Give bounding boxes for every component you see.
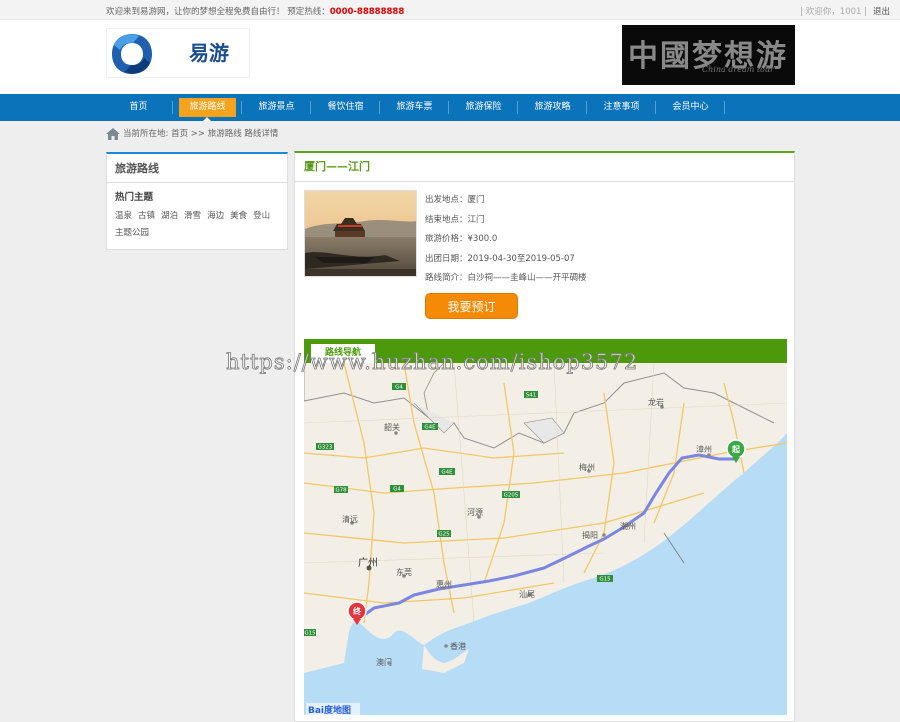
svg-text:S41: S41 xyxy=(526,393,537,399)
nav-item-scenic[interactable]: 旅游景点 xyxy=(242,94,311,121)
nav-label: 旅游保险 xyxy=(465,102,502,112)
nav-item-insurance[interactable]: 旅游保险 xyxy=(449,94,518,121)
departure-field: 出发地点：厦门 xyxy=(425,195,485,205)
svg-text:惠州: 惠州 xyxy=(436,579,452,589)
hotline-number: 0000-88888888 xyxy=(329,7,405,17)
theme-tag[interactable]: 登山 xyxy=(253,211,270,221)
svg-text:龙岩: 龙岩 xyxy=(648,397,664,407)
welcome-prefix: 欢迎来到 xyxy=(106,7,141,17)
header-banner: 中國梦想游 China dream tour xyxy=(622,25,795,85)
nav-item-home[interactable]: 首页 xyxy=(104,94,173,121)
nav-label: 旅游车票 xyxy=(396,102,433,112)
site-header: 易游 中國梦想游 China dream tour xyxy=(0,20,900,94)
nav-label: 会员中心 xyxy=(672,102,709,112)
nav-label: 旅游景点 xyxy=(258,102,295,112)
theme-tag[interactable]: 美食 xyxy=(230,211,247,221)
theme-tag[interactable]: 温泉 xyxy=(115,211,132,221)
top-bar: 欢迎来到易游网，让你的梦想全程免费自由行！ 预定热线：0000-88888888… xyxy=(0,0,900,20)
breadcrumb-prefix: 当前所在地: xyxy=(123,129,169,139)
theme-tag[interactable]: 湖泊 xyxy=(161,211,178,221)
svg-text:G4: G4 xyxy=(393,487,401,493)
svg-text:G4E: G4E xyxy=(441,470,453,476)
hotline-label: 预定热线： xyxy=(287,7,330,17)
main-nav: 首页 旅游路线 旅游景点 餐饮住宿 旅游车票 旅游保险 旅游攻略 注意事项 会员… xyxy=(0,94,900,121)
svg-text:梅州: 梅州 xyxy=(579,462,595,472)
nav-label: 旅游攻略 xyxy=(534,102,571,112)
theme-tag[interactable]: 海边 xyxy=(207,211,224,221)
site-logo[interactable]: 易游 xyxy=(106,28,250,78)
svg-text:清远: 清远 xyxy=(342,514,358,524)
dates-field: 出团日期：2019-04-30至2019-05-07 xyxy=(425,253,575,264)
svg-text:河源: 河源 xyxy=(467,507,483,517)
nav-label: 旅游路线 xyxy=(179,98,236,117)
nav-item-guides[interactable]: 旅游攻略 xyxy=(518,94,587,121)
lake-pavilion-image xyxy=(305,191,416,276)
nav-label: 注意事项 xyxy=(603,102,640,112)
route-title: 厦门——江门 xyxy=(295,153,794,182)
welcome-text: 欢迎来到易游网，让你的梦想全程免费自由行！ 预定热线：0000-88888888 xyxy=(106,5,404,17)
route-info: 出发地点：厦门 结束地点：江门 旅游价格：¥300.0 出团日期：2019-04… xyxy=(425,193,587,291)
svg-text:G15: G15 xyxy=(599,577,611,583)
theme-tag[interactable]: 滑雪 xyxy=(184,211,201,221)
nav-item-notices[interactable]: 注意事项 xyxy=(587,94,656,121)
book-button[interactable]: 我要预订 xyxy=(425,293,518,319)
nav-item-routes[interactable]: 旅游路线 xyxy=(173,94,242,121)
nav-item-tickets[interactable]: 旅游车票 xyxy=(380,94,449,121)
svg-text:Bai度地图: Bai度地图 xyxy=(308,704,351,715)
route-map-section: 路线导航 G4 G4E G323 G4E G78 G4 G205 G25 G15… xyxy=(304,339,787,715)
route-detail: 厦门——江门 出发地点：厦门 结束地点：江门 旅游价格：¥300.0 出团日期：… xyxy=(294,151,795,722)
logo-text: 易游 xyxy=(169,37,247,69)
svg-text:东莞: 东莞 xyxy=(396,567,412,577)
svg-text:汕尾: 汕尾 xyxy=(519,589,535,599)
watermark-text: https://www.huzhan.com/ishop3572 xyxy=(226,350,639,375)
nav-label: 餐饮住宿 xyxy=(327,102,364,112)
summary-field: 路线简介：白沙祠——圭峰山——开平碉楼 xyxy=(425,273,587,283)
svg-text:G205: G205 xyxy=(504,493,519,499)
svg-text:澳门: 澳门 xyxy=(376,657,392,667)
nav-item-member[interactable]: 会员中心 xyxy=(656,94,725,121)
breadcrumb-path[interactable]: 首页 >> 旅游路线 路线详情 xyxy=(171,129,278,139)
nav-label: 首页 xyxy=(129,102,148,112)
route-photo xyxy=(304,190,417,277)
route-map[interactable]: G4 G4E G323 G4E G78 G4 G205 G25 G15 G15 … xyxy=(304,363,787,715)
logo-ring-icon xyxy=(112,34,152,74)
svg-text:终: 终 xyxy=(352,606,362,616)
user-area: | 欢迎你，1001 | 退出 xyxy=(800,5,890,17)
svg-text:起: 起 xyxy=(731,444,741,454)
nav-item-dining[interactable]: 餐饮住宿 xyxy=(311,94,380,121)
destination-field: 结束地点：江门 xyxy=(425,214,485,225)
svg-text:广州: 广州 xyxy=(358,557,378,569)
home-icon xyxy=(106,127,120,140)
welcome-slogan: 易游网，让你的梦想全程免费自由行！ xyxy=(140,7,285,17)
sidebar: 旅游路线 热门主题 温泉 古镇 湖泊 滑雪 海边 美食 登山主题公园 xyxy=(106,152,288,250)
theme-tags: 温泉 古镇 湖泊 滑雪 海边 美食 登山主题公园 xyxy=(107,203,287,242)
baidu-map-logo: Bai度地图 xyxy=(306,703,360,715)
theme-tag[interactable]: 主题公园 xyxy=(115,228,149,238)
breadcrumb: 当前所在地: 首页 >> 旅游路线 路线详情 xyxy=(106,127,278,141)
banner-subtitle: China dream tour xyxy=(702,65,774,74)
sidebar-title: 旅游路线 xyxy=(107,154,287,183)
theme-tag[interactable]: 古镇 xyxy=(138,211,155,221)
svg-text:G4: G4 xyxy=(395,385,403,391)
svg-text:韶关: 韶关 xyxy=(384,422,400,432)
svg-text:揭阳: 揭阳 xyxy=(582,530,598,540)
svg-text:G15: G15 xyxy=(304,631,316,637)
svg-text:香港: 香港 xyxy=(450,641,466,651)
svg-text:潮州: 潮州 xyxy=(620,521,636,531)
svg-text:G4E: G4E xyxy=(424,425,436,431)
svg-text:漳州: 漳州 xyxy=(696,444,712,454)
user-greeting[interactable]: | 欢迎你，1001 | xyxy=(800,7,867,17)
logout-link[interactable]: 退出 xyxy=(873,7,890,17)
sidebar-subtitle: 热门主题 xyxy=(115,192,154,203)
map-canvas: G4 G4E G323 G4E G78 G4 G205 G25 G15 G15 … xyxy=(304,363,787,715)
svg-text:G78: G78 xyxy=(335,488,347,494)
svg-text:G323: G323 xyxy=(318,445,333,451)
price-field: 旅游价格：¥300.0 xyxy=(425,234,498,244)
svg-text:G25: G25 xyxy=(438,532,450,538)
